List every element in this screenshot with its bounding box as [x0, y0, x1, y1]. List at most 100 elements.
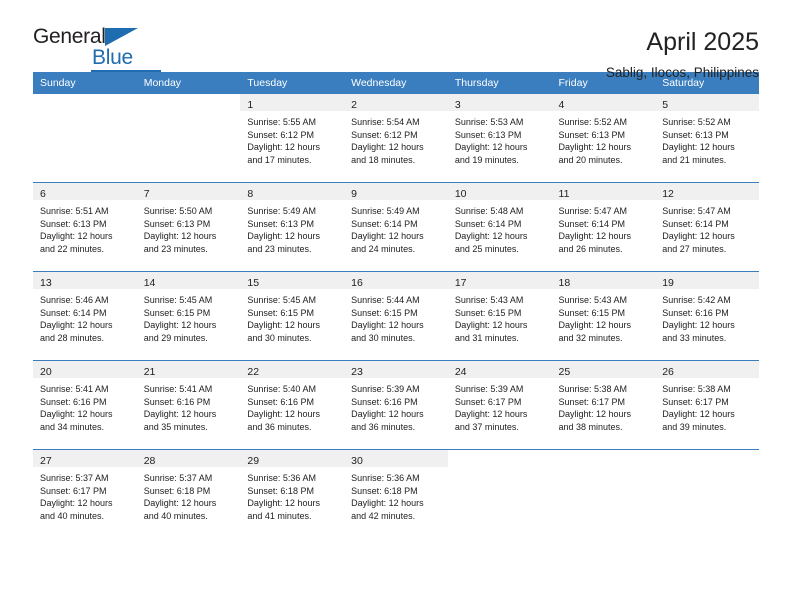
calendar-day-cell[interactable]: 2 Sunrise: 5:54 AM Sunset: 6:12 PM Daylight… — [344, 94, 448, 183]
logo-text-general: General — [33, 25, 106, 48]
day-number: 29 — [247, 455, 260, 467]
day-number-band: 24 — [447, 361, 552, 378]
general-blue-logo: General Blue — [33, 26, 163, 74]
day-cell-content: 5 Sunrise: 5:52 AM Sunset: 6:13 PM Daylight… — [655, 94, 759, 182]
day-number: 19 — [662, 277, 674, 289]
weekday-header-tuesday: Tuesday — [240, 72, 345, 94]
day-detail-line: Sunrise: 5:47 AM — [662, 206, 731, 216]
day-detail-line: Sunset: 6:17 PM — [40, 485, 107, 496]
day-cell-content: 23 Sunrise: 5:39 AM Sunset: 6:16 PM Dayligh… — [344, 361, 448, 449]
calendar-day-cell[interactable]: 22 Sunrise: 5:40 AM Sunset: 6:16 PM Dayligh… — [240, 360, 345, 450]
calendar-day-cell[interactable]: 6 Sunrise: 5:51 AM Sunset: 6:13 PM Daylight… — [33, 182, 137, 272]
day-number-band: 1 — [240, 94, 345, 111]
day-cell-content: 3 Sunrise: 5:53 AM Sunset: 6:13 PM Daylight… — [447, 94, 552, 182]
calendar-day-cell[interactable]: 15 Sunrise: 5:45 AM Sunset: 6:15 PM Dayligh… — [240, 271, 345, 361]
calendar-week-row: 20 Sunrise: 5:41 AM Sunset: 6:16 PM Dayligh… — [33, 360, 759, 450]
day-detail-line: Daylight: 12 hours — [247, 142, 320, 153]
day-number: 22 — [247, 366, 260, 378]
day-detail-line: Daylight: 12 hours — [662, 231, 735, 242]
logo-underline — [91, 70, 161, 72]
calendar-day-cell[interactable]: 18 Sunrise: 5:43 AM Sunset: 6:15 PM Dayligh… — [551, 271, 656, 361]
day-cell-content: 1 Sunrise: 5:55 AM Sunset: 6:12 PM Daylight… — [240, 94, 345, 182]
day-cell-content: 15 Sunrise: 5:45 AM Sunset: 6:15 PM Dayligh… — [240, 272, 345, 360]
calendar-day-cell[interactable]: 23 Sunrise: 5:39 AM Sunset: 6:16 PM Dayligh… — [344, 360, 448, 450]
day-cell-content: 2 Sunrise: 5:54 AM Sunset: 6:12 PM Daylight… — [344, 94, 448, 182]
calendar-day-cell[interactable]: 20 Sunrise: 5:41 AM Sunset: 6:16 PM Dayligh… — [33, 360, 137, 450]
day-detail-lines — [448, 467, 552, 472]
day-detail-line: Sunrise: 5:52 AM — [558, 117, 628, 127]
day-detail-line: Sunset: 6:13 PM — [40, 218, 107, 229]
calendar-day-cell[interactable]: 29 Sunrise: 5:36 AM Sunset: 6:18 PM Dayligh… — [240, 449, 345, 538]
calendar-day-cell[interactable]: 11 Sunrise: 5:47 AM Sunset: 6:14 PM Dayligh… — [551, 182, 656, 272]
day-number: 25 — [558, 366, 571, 378]
day-detail-line: Sunset: 6:16 PM — [662, 307, 729, 318]
calendar-day-cell[interactable]: 8 Sunrise: 5:49 AM Sunset: 6:13 PM Daylight… — [240, 182, 345, 272]
day-number-band: 18 — [551, 272, 656, 289]
day-detail-lines: Sunrise: 5:41 AM Sunset: 6:16 PM Daylight:… — [137, 378, 241, 433]
day-detail-line: and 23 minutes. — [143, 243, 208, 254]
day-number-band — [33, 94, 137, 111]
calendar-day-cell[interactable]: 30 Sunrise: 5:36 AM Sunset: 6:18 PM Dayligh… — [344, 449, 448, 538]
day-number: 28 — [143, 455, 156, 467]
calendar-day-cell[interactable]: 28 Sunrise: 5:37 AM Sunset: 6:18 PM Dayligh… — [136, 449, 241, 538]
day-cell-content: 6 Sunrise: 5:51 AM Sunset: 6:13 PM Daylight… — [33, 183, 137, 271]
day-number-band: 13 — [33, 272, 137, 289]
calendar-day-cell[interactable]: 21 Sunrise: 5:41 AM Sunset: 6:16 PM Dayligh… — [136, 360, 241, 450]
calendar-day-cell[interactable]: 25 Sunrise: 5:38 AM Sunset: 6:17 PM Dayligh… — [551, 360, 656, 450]
day-cell-content — [33, 94, 137, 182]
day-number-band: 19 — [655, 272, 759, 289]
calendar-day-cell[interactable]: 16 Sunrise: 5:44 AM Sunset: 6:15 PM Dayligh… — [344, 271, 448, 361]
day-detail-line: and 35 minutes. — [143, 421, 208, 432]
day-detail-line: and 36 minutes. — [247, 421, 312, 432]
day-detail-line: Daylight: 12 hours — [662, 409, 735, 420]
day-detail-lines: Sunrise: 5:41 AM Sunset: 6:16 PM Daylight:… — [33, 378, 137, 433]
day-detail-line: Sunrise: 5:52 AM — [662, 117, 731, 127]
calendar-day-cell[interactable]: 17 Sunrise: 5:43 AM Sunset: 6:15 PM Dayligh… — [447, 271, 552, 361]
day-detail-line: and 30 minutes. — [351, 332, 416, 343]
calendar-day-cell[interactable]: 5 Sunrise: 5:52 AM Sunset: 6:13 PM Daylight… — [655, 94, 759, 183]
day-number: 12 — [662, 188, 674, 200]
weekday-header-monday: Monday — [136, 72, 241, 94]
day-detail-line: and 23 minutes. — [247, 243, 312, 254]
calendar-day-cell[interactable]: 24 Sunrise: 5:39 AM Sunset: 6:17 PM Dayligh… — [447, 360, 552, 450]
day-number: 18 — [558, 277, 571, 289]
calendar-day-cell[interactable]: 13 Sunrise: 5:46 AM Sunset: 6:14 PM Dayligh… — [33, 271, 137, 361]
calendar-week-row: 13 Sunrise: 5:46 AM Sunset: 6:14 PM Dayligh… — [33, 271, 759, 361]
day-detail-lines: Sunrise: 5:39 AM Sunset: 6:17 PM Daylight:… — [448, 378, 552, 433]
calendar-day-cell[interactable]: 26 Sunrise: 5:38 AM Sunset: 6:17 PM Dayligh… — [655, 360, 759, 450]
day-detail-line: and 19 minutes. — [454, 154, 519, 165]
day-number-band: 29 — [240, 450, 345, 467]
calendar-day-cell[interactable]: 12 Sunrise: 5:47 AM Sunset: 6:14 PM Dayligh… — [655, 182, 759, 272]
day-number-band: 5 — [655, 94, 759, 111]
day-number: 3 — [454, 99, 461, 111]
day-detail-line: Sunset: 6:17 PM — [662, 396, 729, 407]
day-detail-line: Sunset: 6:15 PM — [351, 307, 418, 318]
day-number-band: 4 — [551, 94, 656, 111]
calendar-day-cell[interactable]: 7 Sunrise: 5:50 AM Sunset: 6:13 PM Daylight… — [136, 182, 241, 272]
day-cell-content: 29 Sunrise: 5:36 AM Sunset: 6:18 PM Dayligh… — [240, 450, 345, 538]
calendar-day-cell[interactable]: 3 Sunrise: 5:53 AM Sunset: 6:13 PM Daylight… — [447, 94, 552, 183]
day-detail-lines: Sunrise: 5:49 AM Sunset: 6:13 PM Daylight:… — [240, 200, 344, 255]
calendar-day-cell[interactable]: 4 Sunrise: 5:52 AM Sunset: 6:13 PM Daylight… — [551, 94, 656, 183]
day-detail-line: Sunrise: 5:40 AM — [247, 384, 316, 394]
day-detail-lines: Sunrise: 5:50 AM Sunset: 6:13 PM Daylight:… — [137, 200, 241, 255]
day-detail-line: and 31 minutes. — [454, 332, 519, 343]
day-detail-line: Sunset: 6:14 PM — [40, 307, 107, 318]
day-detail-line: Daylight: 12 hours — [662, 320, 735, 331]
day-detail-lines: Sunrise: 5:40 AM Sunset: 6:16 PM Daylight:… — [240, 378, 344, 433]
day-detail-line: Sunrise: 5:55 AM — [247, 117, 316, 127]
page-header: General Blue April 2025 Sablig, Ilocos, … — [33, 0, 759, 80]
calendar-day-cell[interactable]: 9 Sunrise: 5:49 AM Sunset: 6:14 PM Daylight… — [344, 182, 448, 272]
day-detail-line: and 17 minutes. — [247, 154, 312, 165]
calendar-day-cell[interactable]: 14 Sunrise: 5:45 AM Sunset: 6:15 PM Dayligh… — [136, 271, 241, 361]
day-detail-line: Sunset: 6:12 PM — [247, 129, 314, 140]
calendar-day-cell[interactable]: 19 Sunrise: 5:42 AM Sunset: 6:16 PM Dayligh… — [655, 271, 759, 361]
calendar-day-cell[interactable]: 27 Sunrise: 5:37 AM Sunset: 6:17 PM Dayligh… — [33, 449, 137, 538]
calendar-day-cell[interactable]: 1 Sunrise: 5:55 AM Sunset: 6:12 PM Daylight… — [240, 94, 345, 183]
day-number-band — [552, 450, 656, 467]
day-cell-content: 28 Sunrise: 5:37 AM Sunset: 6:18 PM Dayligh… — [136, 450, 241, 538]
day-number-band: 2 — [344, 94, 448, 111]
day-detail-line: Daylight: 12 hours — [143, 409, 217, 420]
day-detail-line: and 40 minutes. — [143, 510, 208, 521]
calendar-day-cell[interactable]: 10 Sunrise: 5:48 AM Sunset: 6:14 PM Dayligh… — [447, 182, 552, 272]
